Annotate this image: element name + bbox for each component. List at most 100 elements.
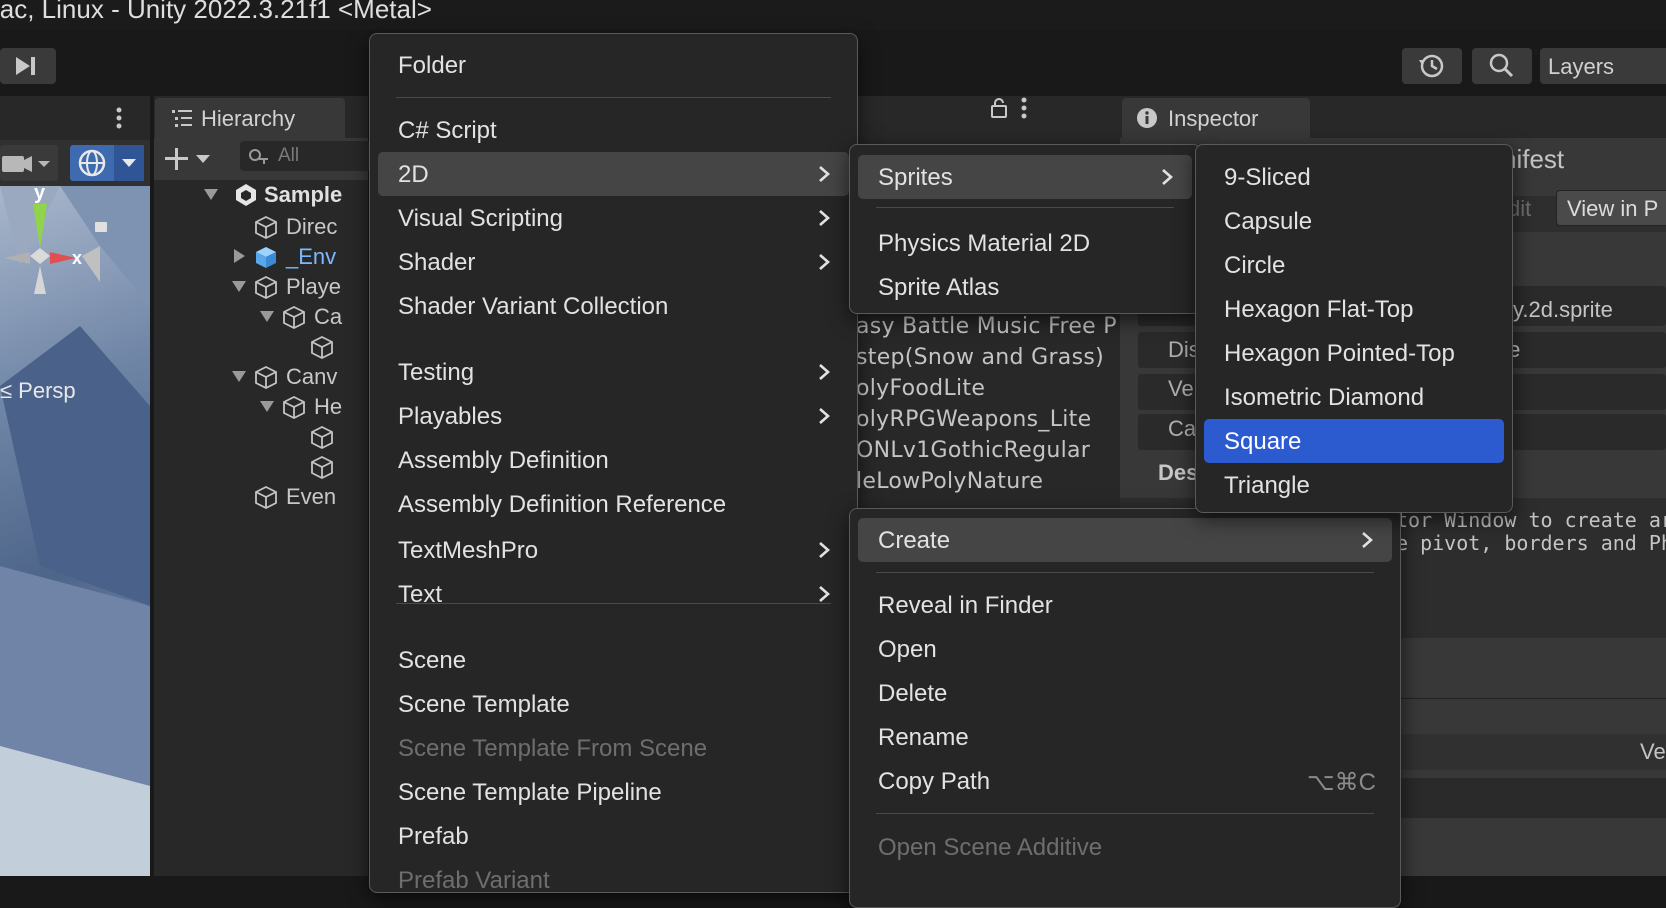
project-asset-item[interactable]: olyFoodLite (856, 376, 1116, 401)
project-asset-item[interactable]: olyRPGWeapons_Lite (856, 407, 1116, 432)
sprite-item-capsule[interactable]: Capsule (1204, 199, 1504, 243)
hierarchy-item[interactable]: _Env (154, 242, 368, 272)
menu-item-folder[interactable]: Folder (378, 43, 849, 87)
hierarchy-item[interactable] (154, 422, 368, 452)
gameobject-icon (255, 365, 277, 389)
chevron-right-icon (1362, 532, 1373, 548)
menu-item-prefab[interactable]: Prefab (378, 814, 849, 858)
scene-tab-row (0, 96, 150, 138)
menu-item-c-script[interactable]: C# Script (378, 108, 849, 152)
gizmo-toggle[interactable] (70, 145, 144, 181)
menu-item-shader-variant-collection[interactable]: Shader Variant Collection (378, 284, 849, 328)
project-asset-item[interactable]: asy Battle Music Free P (856, 314, 1116, 339)
menu-item-label: Hexagon Pointed-Top (1224, 340, 1455, 367)
step-button[interactable] (0, 48, 56, 84)
hierarchy-item[interactable]: Playe (154, 272, 368, 302)
search-filter-icon (249, 149, 268, 164)
menu-2d-item-sprites[interactable]: Sprites (858, 155, 1192, 199)
menu-item-playables[interactable]: Playables (378, 394, 849, 438)
menu-item-assembly-definition[interactable]: Assembly Definition (378, 438, 849, 482)
sprite-item-hexagon-pointed-top[interactable]: Hexagon Pointed-Top (1204, 331, 1504, 375)
hierarchy-item[interactable] (154, 332, 368, 362)
chevron-right-icon (819, 408, 830, 424)
panel-menu-icon[interactable] (112, 106, 126, 130)
hierarchy-item-label: Even (286, 484, 337, 509)
description-label: Des (1158, 460, 1199, 485)
sprite-item-isometric-diamond[interactable]: Isometric Diamond (1204, 375, 1504, 419)
menu-item-label: Copy Path (878, 768, 991, 795)
add-object-dropdown[interactable] (164, 146, 216, 172)
sprite-item-triangle[interactable]: Triangle (1204, 463, 1504, 507)
hierarchy-search-input[interactable]: All (240, 141, 370, 171)
menu-item-label: Scene Template From Scene (398, 735, 708, 762)
tab-hierarchy[interactable]: Hierarchy (155, 98, 345, 138)
context-item-create[interactable]: Create (858, 518, 1392, 562)
menu-item-label: Prefab (398, 823, 469, 850)
hierarchy-item[interactable]: Direc (154, 212, 368, 242)
hierarchy-item[interactable]: Sample (154, 180, 368, 210)
hierarchy-item-label: He (314, 394, 343, 419)
tab-inspector[interactable]: Inspector (1122, 98, 1310, 138)
sprite-item-square[interactable]: Square (1204, 419, 1504, 463)
foldout-collapsed-icon[interactable] (234, 249, 246, 263)
hierarchy-item[interactable]: Canv (154, 362, 368, 392)
menu-item-label: Scene Template Pipeline (398, 779, 662, 806)
menu-item-scene-template[interactable]: Scene Template (378, 682, 849, 726)
menu-item-textmeshpro[interactable]: TextMeshPro (378, 528, 849, 572)
menu-item-label: C# Script (398, 117, 497, 144)
create-menu: Folder C# Script 2D Visual Scripting Shader S… (369, 33, 858, 894)
menu-item-label: Assembly Definition Reference (398, 491, 727, 518)
layers-label: Layers (1548, 54, 1615, 79)
view-in-button[interactable]: View in P (1556, 190, 1666, 226)
unity-scene-icon (236, 184, 256, 206)
lock-icon[interactable] (984, 96, 1044, 120)
persp-label[interactable]: ≤ Persp (0, 378, 76, 404)
menu-item-text[interactable]: Text (378, 572, 849, 616)
context-item-open[interactable]: Open (858, 627, 1392, 671)
context-item-copy-path[interactable]: Copy Path ⌥⌘C (858, 759, 1392, 803)
project-asset-item[interactable]: leLowPolyNature (856, 469, 1116, 494)
project-asset-item[interactable]: ONLv1GothicRegular (856, 438, 1116, 463)
context-item-reveal-in-finder[interactable]: Reveal in Finder (858, 583, 1392, 627)
hierarchy-item[interactable] (154, 452, 368, 482)
project-asset-item[interactable]: step(Snow and Grass) (856, 345, 1116, 370)
search-button[interactable] (1472, 48, 1532, 84)
foldout-expanded-icon[interactable] (232, 371, 246, 383)
inspector-tab-label: Inspector (1168, 106, 1259, 131)
foldout-expanded-icon[interactable] (232, 281, 246, 293)
hierarchy-item[interactable]: Even (154, 482, 368, 512)
foldout-expanded-icon[interactable] (260, 401, 274, 413)
menu-item-2d[interactable]: 2D (378, 152, 849, 196)
menu-2d-item-sprite-atlas[interactable]: Sprite Atlas (858, 265, 1192, 309)
window-title: lac, Linux - Unity 2022.3.21f1 <Metal> (0, 0, 432, 24)
context-item-rename[interactable]: Rename (858, 715, 1392, 759)
sprite-item-circle[interactable]: Circle (1204, 243, 1504, 287)
menu-item-assembly-definition-reference[interactable]: Assembly Definition Reference (378, 482, 849, 526)
menu-item-label: Physics Material 2D (878, 230, 1091, 257)
layers-dropdown[interactable]: Layers (1540, 48, 1666, 84)
menu-2d-item-physics-material-2d[interactable]: Physics Material 2D (858, 221, 1192, 265)
sprite-item-9-sliced[interactable]: 9-Sliced (1204, 155, 1504, 199)
hierarchy-tab-label: Hierarchy (201, 106, 296, 131)
gameobject-icon (311, 455, 333, 479)
menu-item-label: Triangle (1224, 472, 1310, 499)
menu-item-shader[interactable]: Shader (378, 240, 849, 284)
sprite-item-hexagon-flat-top[interactable]: Hexagon Flat-Top (1204, 287, 1504, 331)
hierarchy-search-placeholder: All (278, 145, 300, 166)
menu-item-scene-template-pipeline[interactable]: Scene Template Pipeline (378, 770, 849, 814)
menu-item-visual-scripting[interactable]: Visual Scripting (378, 196, 849, 240)
axis-x-label: x (72, 248, 83, 268)
camera-dropdown[interactable] (0, 145, 58, 181)
hierarchy-item[interactable]: Ca (154, 302, 368, 332)
menu-item-scene[interactable]: Scene (378, 638, 849, 682)
context-item-delete[interactable]: Delete (858, 671, 1392, 715)
scene-view[interactable]: y x ≤ Persp (0, 186, 150, 876)
undo-history-button[interactable] (1402, 48, 1462, 84)
gizmo-icon (78, 145, 144, 181)
foldout-expanded-icon[interactable] (260, 311, 274, 323)
package-name-value[interactable]: ity.2d.sprite (1502, 297, 1613, 323)
category-label: Ca (1168, 416, 1197, 441)
hierarchy-item[interactable]: He (154, 392, 368, 422)
menu-item-testing[interactable]: Testing (378, 350, 849, 394)
foldout-expanded-icon[interactable] (204, 189, 218, 201)
